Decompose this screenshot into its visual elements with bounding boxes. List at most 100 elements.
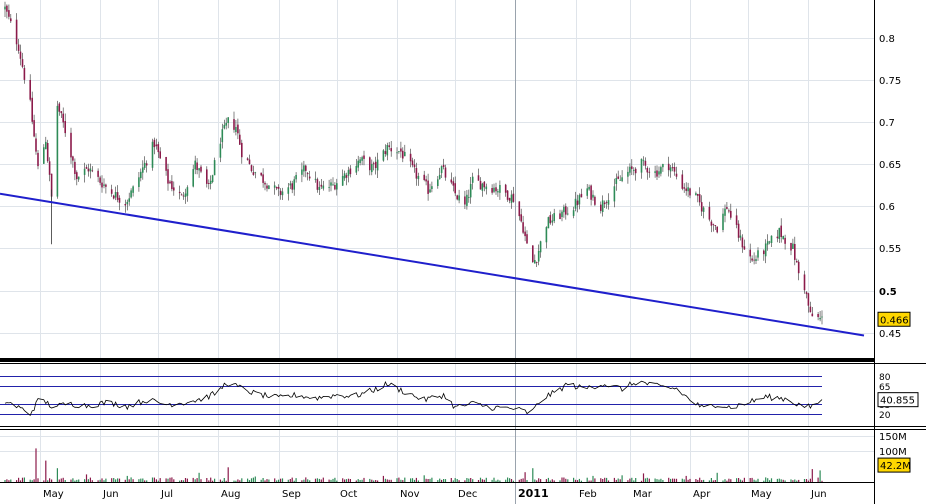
volume-bar-181 <box>495 480 497 482</box>
volume-bar-189 <box>518 479 520 482</box>
candle-body-95 <box>262 174 264 183</box>
candle-body-60 <box>167 169 169 184</box>
candle-body-59 <box>165 157 167 171</box>
volume-bar-141 <box>386 479 388 482</box>
volume-bar-200 <box>547 477 549 482</box>
candle-body-273 <box>743 246 746 250</box>
volume-bar-266 <box>726 480 728 482</box>
volume-bar-196 <box>536 480 538 482</box>
volume-bar-61 <box>169 477 171 482</box>
volume-bar-226 <box>617 478 619 482</box>
volume-bar-152 <box>415 477 417 482</box>
candle-body-121 <box>332 184 334 186</box>
candle-body-65 <box>180 194 183 196</box>
volume-bar-293 <box>798 479 800 482</box>
volume-bar-132 <box>361 479 363 482</box>
candle-body-219 <box>600 204 602 211</box>
candle-body-134 <box>369 157 371 171</box>
volume-bar-218 <box>594 478 596 482</box>
volume-bar-299 <box>817 477 819 482</box>
candle-body-300 <box>819 318 821 320</box>
volume-bar-263 <box>716 472 718 482</box>
volume-bar-128 <box>349 479 351 482</box>
candle-body-9 <box>29 80 31 100</box>
volume-bar-254 <box>695 479 697 482</box>
volume-bar-59 <box>165 478 167 482</box>
candle-body-151 <box>413 164 416 168</box>
volume-bar-262 <box>714 480 716 482</box>
volume-bar-219 <box>600 478 602 482</box>
volume-bar-211 <box>576 480 579 482</box>
candle-body-296 <box>807 293 810 306</box>
volume-bar-144 <box>396 478 398 482</box>
x-tick-label-3: Aug <box>221 489 241 500</box>
volume-last-value-text: 42.2M <box>880 461 911 472</box>
volume-tick-label-1: 100M <box>879 447 907 458</box>
volume-bar-11 <box>33 479 35 482</box>
volume-bar-157 <box>429 478 431 482</box>
volume-bar-203 <box>553 480 555 482</box>
candle-body-177 <box>483 181 486 188</box>
volume-bar-188 <box>512 480 514 482</box>
candle-body-201 <box>549 215 552 224</box>
candle-body-125 <box>343 173 346 179</box>
volume-bar-15 <box>45 460 47 482</box>
volume-bar-50 <box>140 478 142 482</box>
candle-body-118 <box>322 185 325 189</box>
volume-bar-249 <box>681 478 683 482</box>
volume-bar-275 <box>751 477 753 482</box>
volume-bar-33 <box>91 480 93 482</box>
candle-body-245 <box>669 167 672 172</box>
candle-body-99 <box>273 185 276 188</box>
volume-bar-230 <box>629 478 631 482</box>
candle-body-107 <box>293 179 295 190</box>
candle-body-90 <box>248 159 251 164</box>
volume-bar-283 <box>770 478 773 482</box>
volume-bar-86 <box>237 479 239 482</box>
candle-body-50 <box>140 171 142 179</box>
volume-bar-60 <box>167 478 169 482</box>
volume-bar-158 <box>431 477 433 482</box>
volume-bar-58 <box>159 478 161 482</box>
candle-body-16 <box>46 143 49 162</box>
candle-body-68 <box>186 187 189 196</box>
volume-bar-295 <box>805 479 808 482</box>
candle-body-185 <box>506 190 509 200</box>
candle-body-192 <box>524 231 526 237</box>
volume-bar-261 <box>712 480 714 482</box>
volume-bar-83 <box>227 467 229 482</box>
volume-bar-259 <box>708 480 710 482</box>
volume-bar-201 <box>549 480 551 482</box>
volume-bar-207 <box>565 478 567 482</box>
candle-body-49 <box>138 177 140 187</box>
candle-body-215 <box>588 186 590 190</box>
candle-body-12 <box>35 138 37 152</box>
volume-bar-221 <box>604 477 606 482</box>
volume-bar-167 <box>456 479 458 482</box>
volume-bar-185 <box>507 477 509 482</box>
price-tick-label-3: 0.6 <box>879 202 895 213</box>
volume-bar-94 <box>260 479 262 482</box>
volume-bar-16 <box>47 480 49 482</box>
volume-bar-146 <box>400 479 402 482</box>
volume-bar-174 <box>477 480 480 482</box>
volume-bar-279 <box>763 480 765 482</box>
candle-body-247 <box>673 167 676 172</box>
volume-bar-235 <box>642 473 645 482</box>
candle-body-188 <box>512 193 515 202</box>
candle-body-116 <box>318 187 321 190</box>
candle-body-196 <box>535 262 538 263</box>
candle-body-124 <box>341 175 344 186</box>
candle-body-13 <box>37 152 39 167</box>
volume-bar-166 <box>454 478 456 482</box>
candle-body-86 <box>237 124 239 134</box>
volume-bar-88 <box>241 478 243 482</box>
volume-bar-79 <box>219 479 221 482</box>
volume-bar-260 <box>710 478 712 482</box>
candle-body-63 <box>173 187 175 191</box>
candle-body-262 <box>714 225 717 226</box>
volume-bar-159 <box>437 480 439 482</box>
volume-bar-4 <box>16 480 18 482</box>
volume-bar-197 <box>538 478 540 482</box>
candle-body-79 <box>219 143 222 158</box>
